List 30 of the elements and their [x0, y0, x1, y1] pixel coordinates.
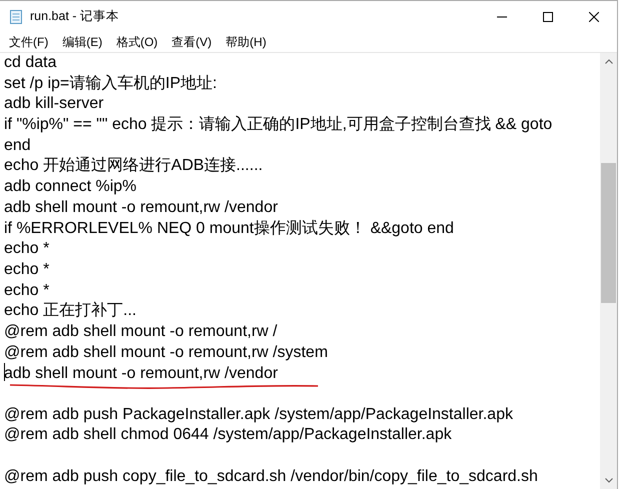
code-line: adb shell mount -o remount,rw /vendor	[4, 198, 278, 216]
menu-item[interactable]: 编辑(E)	[55, 34, 110, 50]
code-line: if %ERRORLEVEL% NEQ 0 mount操作测试失败！ &&goto end	[4, 220, 454, 236]
code-line: @rem adb shell mount -o remount,rw /	[4, 322, 278, 340]
code-line: cd data	[4, 54, 56, 71]
menu-item[interactable]: 文件(F)	[2, 34, 56, 50]
menu-item[interactable]: 查看(V)	[164, 34, 219, 50]
code-line: if "%ip%" == "" echo 提示：请输入正确的IP地址,可用盒子控制台查找 && goto	[4, 116, 552, 134]
code-line: @rem adb shell mount -o remount,rw /system	[4, 344, 328, 361]
code-line: @rem adb push copy_file_to_sdcard.sh /vendor/bin/copy_file_to_sdcard.sh	[4, 468, 538, 485]
code-line: @rem adb shell chmod 0644 /system/app/PackageInstaller.apk	[4, 426, 452, 444]
code-line: echo *	[4, 260, 50, 278]
code-line: echo 开始通过网络进行ADB连接......	[4, 157, 263, 174]
code-line: echo 正在打补丁...	[4, 302, 136, 320]
code-line: adb kill-server	[4, 95, 104, 112]
code-line: echo *	[4, 282, 50, 299]
scrollbar-thumb[interactable]	[601, 163, 616, 303]
code-line: set /p ip=请输入车机的IP地址:	[4, 74, 217, 92]
maximize-icon	[543, 12, 553, 22]
menu-item[interactable]: 帮助(H)	[218, 34, 274, 50]
code-line: echo *	[4, 240, 50, 258]
code-line: adb connect %ip%	[4, 178, 137, 196]
code-line: @rem adb push PackageInstaller.apk /system/app/PackageInstaller.apk	[4, 406, 513, 423]
close-icon	[589, 12, 599, 22]
window-title: run.bat - 记事本	[30, 8, 120, 25]
notepad-icon	[8, 8, 24, 24]
vertical-scrollbar[interactable]	[600, 53, 617, 489]
menu-item[interactable]: 格式(O)	[109, 34, 165, 50]
code-line: end	[4, 136, 31, 154]
code-line: adb shell mount -o remount,rw /vendor	[4, 365, 278, 382]
